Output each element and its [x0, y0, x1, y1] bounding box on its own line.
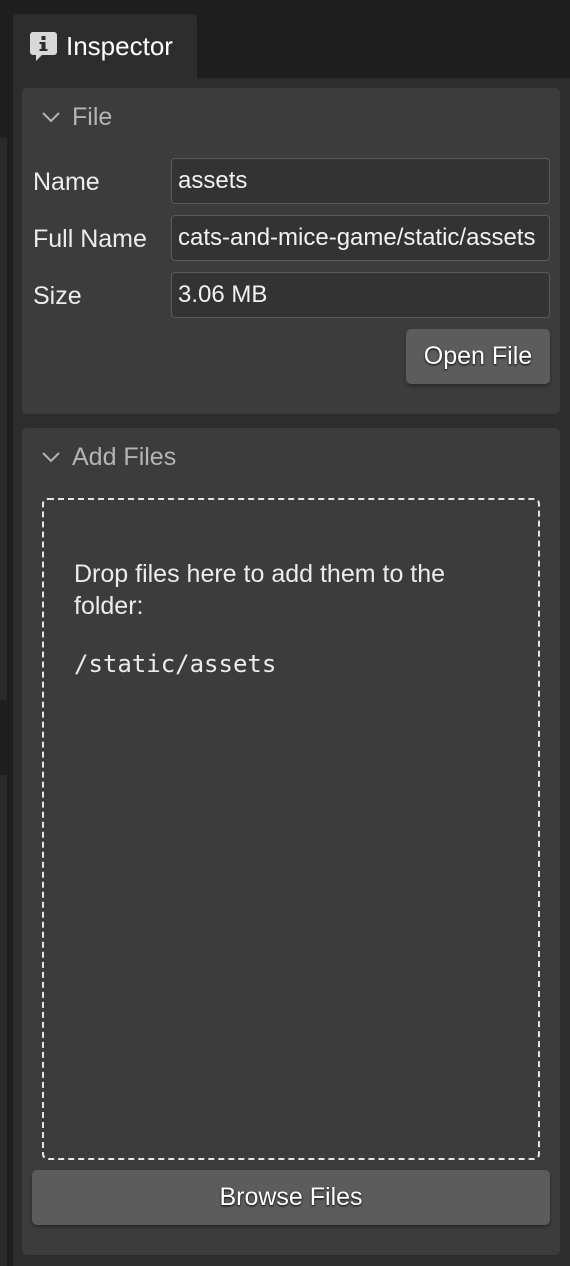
chevron-down-icon: [40, 106, 62, 128]
tab-inspector[interactable]: Inspector: [13, 14, 197, 78]
name-label: Name: [33, 168, 100, 196]
file-section-header[interactable]: File: [40, 102, 112, 132]
add-files-section-header[interactable]: Add Files: [40, 442, 176, 472]
file-drop-zone[interactable]: Drop files here to add them to the folde…: [42, 498, 540, 1160]
name-field[interactable]: assets: [171, 158, 550, 204]
size-label: Size: [33, 282, 82, 310]
tab-label: Inspector: [66, 30, 173, 61]
chevron-down-icon: [40, 446, 62, 468]
background-app-strip: [0, 138, 7, 700]
size-field[interactable]: 3.06 MB: [171, 272, 550, 318]
file-section: File Name assets Full Name cats-and-mice…: [22, 88, 560, 414]
section-title: Add Files: [72, 442, 177, 471]
drop-instructions: Drop files here to add them to the folde…: [74, 560, 446, 620]
inspector-panel: File Name assets Full Name cats-and-mice…: [13, 78, 570, 1266]
section-title: File: [72, 102, 113, 131]
full-name-label: Full Name: [33, 225, 147, 253]
drop-target-path: /static/assets: [74, 650, 277, 678]
info-icon: [30, 32, 57, 62]
background-app-strip: [0, 775, 7, 1266]
full-name-field[interactable]: cats-and-mice-game/static/assets: [171, 215, 550, 261]
browse-files-button[interactable]: Browse Files: [32, 1170, 550, 1225]
add-files-section: Add Files Drop files here to add them to…: [22, 428, 560, 1255]
open-file-button[interactable]: Open File: [406, 329, 550, 384]
